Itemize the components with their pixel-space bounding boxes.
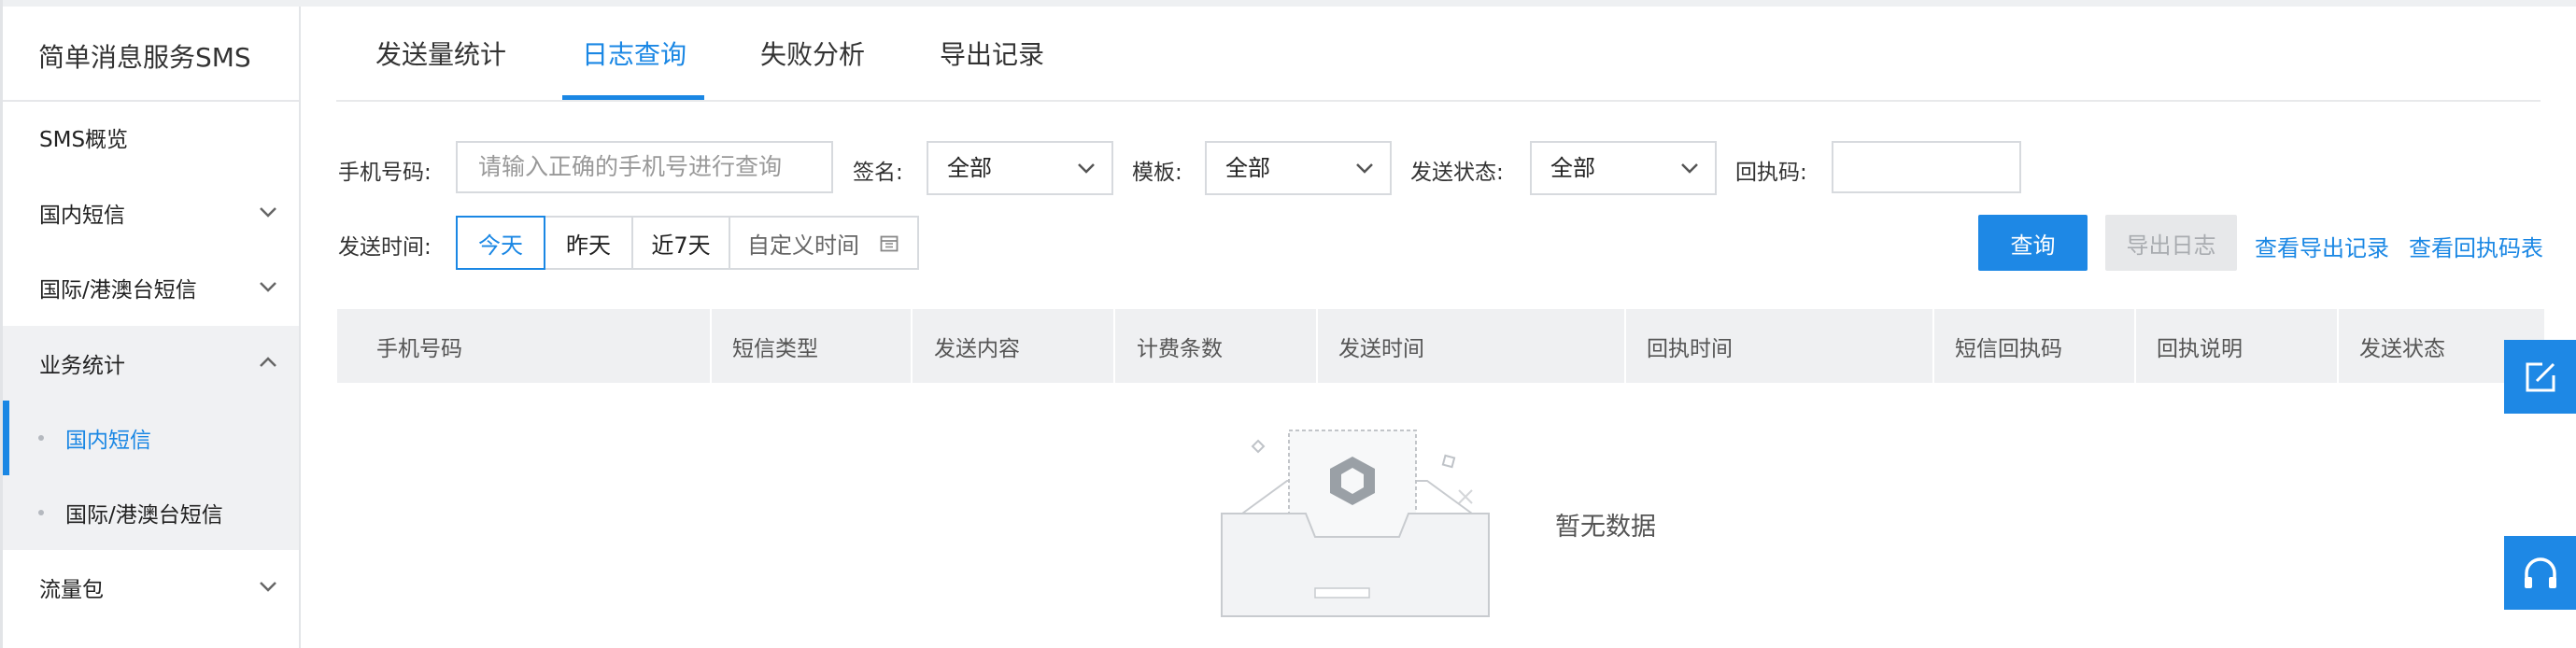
sign-select-value: 全部 <box>947 155 992 181</box>
status-label: 发送状态: <box>1410 161 1504 185</box>
active-tab-underline <box>562 95 704 100</box>
sidebar-subitem-intl[interactable]: 国际/港澳台短信 <box>3 475 299 550</box>
column-header: 手机号码 <box>376 336 462 361</box>
active-indicator <box>3 401 9 475</box>
calendar-icon <box>880 235 899 252</box>
view-receipt-table-link[interactable]: 查看回执码表 <box>2409 230 2543 262</box>
column-divider <box>1624 309 1626 383</box>
export-log-button[interactable]: 导出日志 <box>2105 215 2237 271</box>
chevron-down-icon <box>260 282 276 292</box>
headset-icon <box>2524 556 2556 588</box>
sidebar-subitem-domestic[interactable]: 国内短信 <box>3 401 299 475</box>
column-header: 发送时间 <box>1338 336 1424 361</box>
template-select[interactable]: 全部 <box>1205 141 1392 195</box>
template-label: 模板: <box>1132 161 1182 185</box>
sidebar-subitem-label: 国内短信 <box>65 429 151 453</box>
status-select-value: 全部 <box>1550 155 1595 181</box>
time-custom-button[interactable]: 自定义时间 <box>729 216 919 270</box>
tab-log-query[interactable]: 日志查询 <box>582 35 686 72</box>
top-border <box>0 0 2576 7</box>
column-divider <box>1316 309 1318 383</box>
column-divider <box>2337 309 2339 383</box>
sidebar-title: 简单消息服务SMS <box>38 42 251 73</box>
chevron-down-icon <box>260 207 276 218</box>
bullet-dot <box>38 435 44 441</box>
receipt-code-input[interactable] <box>1832 141 2021 193</box>
time-custom-label: 自定义时间 <box>747 232 859 259</box>
sign-select[interactable]: 全部 <box>927 141 1113 195</box>
table-header: 手机号码 短信类型 发送内容 计费条数 发送时间 回执时间 短信回执码 回执说明… <box>337 309 2544 383</box>
sign-label: 签名: <box>853 161 903 185</box>
sidebar-subitem-label: 国际/港澳台短信 <box>65 503 223 528</box>
column-divider <box>2134 309 2136 383</box>
column-header: 回执时间 <box>1647 336 1733 361</box>
empty-state-text: 暂无数据 <box>1555 513 1656 542</box>
column-header: 发送内容 <box>934 336 1020 361</box>
chevron-down-icon <box>1681 163 1698 174</box>
sidebar-item-label: 国际/港澳台短信 <box>39 278 197 303</box>
column-divider <box>1113 309 1115 383</box>
chevron-up-icon <box>260 357 276 367</box>
column-header: 短信类型 <box>732 336 818 361</box>
query-button[interactable]: 查询 <box>1978 215 2088 271</box>
column-header: 回执说明 <box>2157 336 2243 361</box>
feedback-button[interactable] <box>2504 340 2576 414</box>
sidebar-item-label: 国内短信 <box>39 204 125 228</box>
time-yesterday-button[interactable]: 昨天 <box>544 216 633 270</box>
tab-export-records[interactable]: 导出记录 <box>940 35 1044 72</box>
sidebar-item-label: 流量包 <box>39 578 104 602</box>
chevron-down-icon <box>260 582 276 592</box>
tab-send-stats[interactable]: 发送量统计 <box>375 35 506 72</box>
empty-box-icon <box>1221 430 1490 617</box>
sidebar-item-business-stats[interactable]: 业务统计 <box>3 326 299 401</box>
phone-input[interactable]: 请输入正确的手机号进行查询 <box>456 141 833 193</box>
time-7days-button[interactable]: 近7天 <box>631 216 730 270</box>
phone-label: 手机号码: <box>338 161 432 185</box>
customer-support-button[interactable] <box>2504 536 2576 610</box>
column-header: 计费条数 <box>1137 336 1223 361</box>
sidebar-item-domestic-sms[interactable]: 国内短信 <box>3 176 299 250</box>
view-export-records-link[interactable]: 查看导出记录 <box>2255 230 2389 262</box>
column-header: 短信回执码 <box>1955 336 2062 361</box>
sidebar-item-label: SMS概览 <box>39 128 129 152</box>
template-select-value: 全部 <box>1225 155 1270 181</box>
sidebar-item-label: 业务统计 <box>39 354 125 378</box>
column-divider <box>710 309 712 383</box>
chevron-down-icon <box>1078 163 1095 174</box>
column-divider <box>911 309 913 383</box>
tab-failure-analysis[interactable]: 失败分析 <box>760 35 865 72</box>
status-select[interactable]: 全部 <box>1530 141 1717 195</box>
bullet-dot <box>38 510 44 515</box>
sidebar-item-intl-sms[interactable]: 国际/港澳台短信 <box>3 250 299 325</box>
sidebar: 简单消息服务SMS SMS概览 国内短信 国际/港澳台短信 业务统计 国内短信 … <box>3 7 301 648</box>
time-today-button[interactable]: 今天 <box>456 216 545 270</box>
chevron-down-icon <box>1356 163 1373 174</box>
receipt-code-label: 回执码: <box>1735 161 1807 185</box>
sidebar-item-traffic-pack[interactable]: 流量包 <box>3 550 299 625</box>
column-header: 发送状态 <box>2359 336 2445 361</box>
sidebar-item-overview[interactable]: SMS概览 <box>3 100 299 175</box>
send-time-label: 发送时间: <box>338 235 432 260</box>
tab-bar: 发送量统计 日志查询 失败分析 导出记录 <box>336 7 2541 102</box>
column-divider <box>1932 309 1934 383</box>
edit-icon <box>2526 362 2555 391</box>
